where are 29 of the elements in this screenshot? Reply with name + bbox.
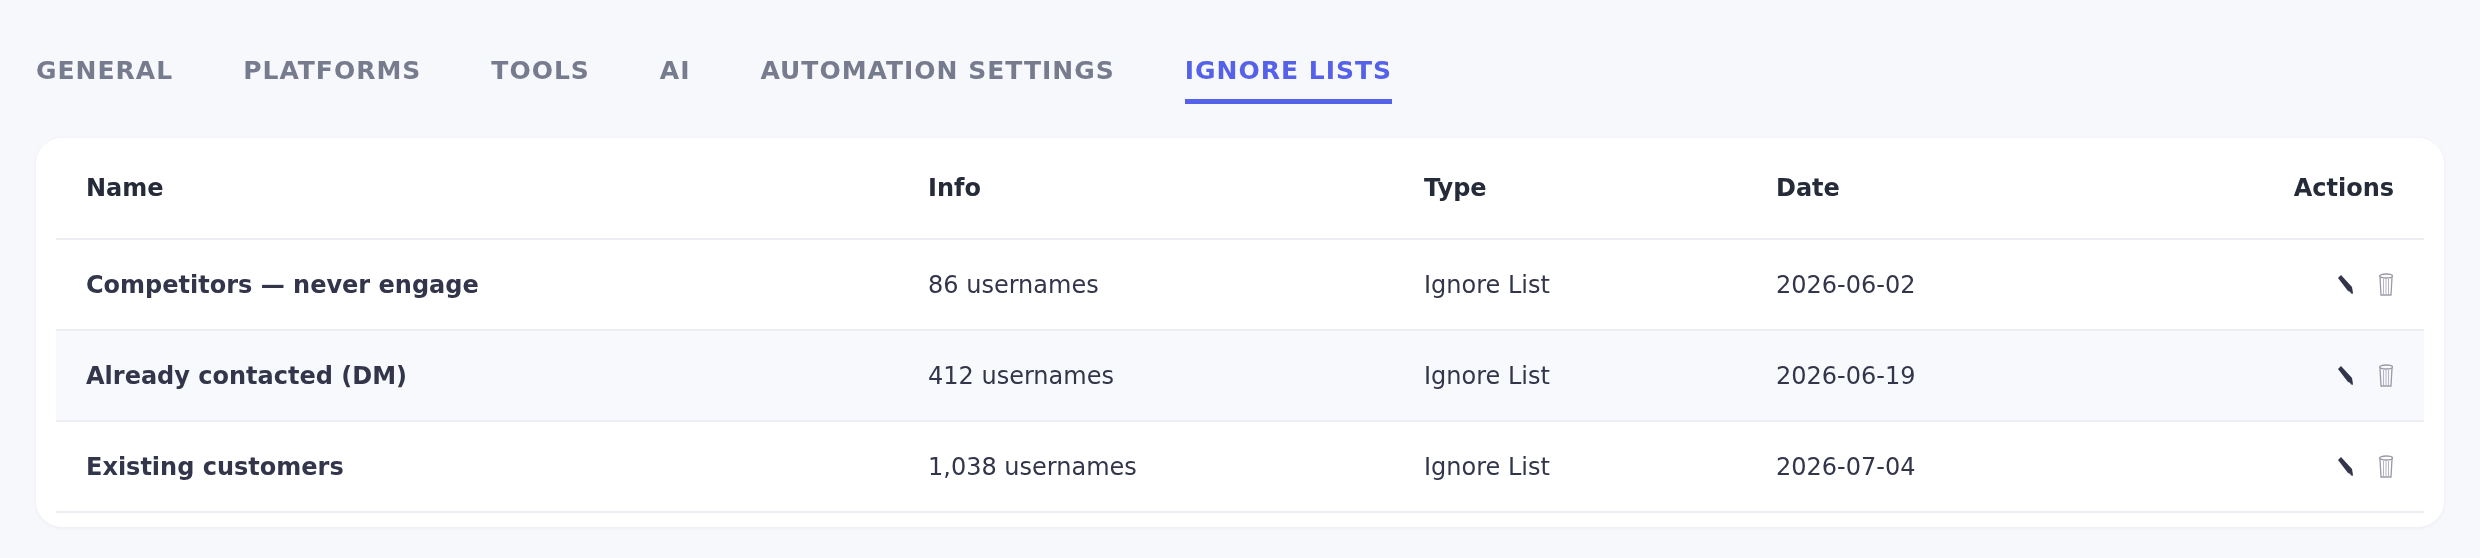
delete-icon[interactable] xyxy=(2378,363,2394,388)
edit-icon[interactable] xyxy=(2336,273,2354,296)
column-header: Type xyxy=(1424,174,1488,202)
table-cell-text: Existing customers xyxy=(86,452,345,481)
column-header: Date xyxy=(1776,174,1841,202)
table-cell-text: 2026-06-19 xyxy=(1776,361,1917,390)
settings-tab[interactable]: PLATFORMS xyxy=(243,26,422,104)
column-header: Info xyxy=(928,174,982,202)
table-cell-text: 2026-06-02 xyxy=(1776,270,1917,299)
settings-tab[interactable]: AUTOMATION SETTINGS xyxy=(760,26,1115,104)
settings-tab[interactable]: AI xyxy=(659,26,691,104)
table-cell-text: 2026-07-04 xyxy=(1776,452,1917,481)
settings-tab[interactable]: GENERAL xyxy=(36,26,174,104)
settings-tab[interactable]: IGNORE LISTS xyxy=(1184,26,1393,104)
edit-icon[interactable] xyxy=(2336,364,2354,387)
table-cell-text: Ignore List xyxy=(1424,270,1551,299)
column-header: Actions xyxy=(2292,174,2394,202)
table-cell-text: 86 usernames xyxy=(928,270,1100,299)
column-header: Name xyxy=(86,174,165,202)
settings-tab[interactable]: TOOLS xyxy=(491,26,590,104)
edit-icon[interactable] xyxy=(2336,455,2354,478)
table-cell-text: 1,038 usernames xyxy=(928,452,1138,481)
table-cell-text: Ignore List xyxy=(1424,361,1551,390)
table-cell-text: Ignore List xyxy=(1424,452,1551,481)
table-cell-text: 412 usernames xyxy=(928,361,1115,390)
table-cell-text: Competitors — never engage xyxy=(86,270,480,299)
table-cell-text: Already contacted (DM) xyxy=(86,361,408,390)
delete-icon[interactable] xyxy=(2378,272,2394,297)
delete-icon[interactable] xyxy=(2378,454,2394,479)
